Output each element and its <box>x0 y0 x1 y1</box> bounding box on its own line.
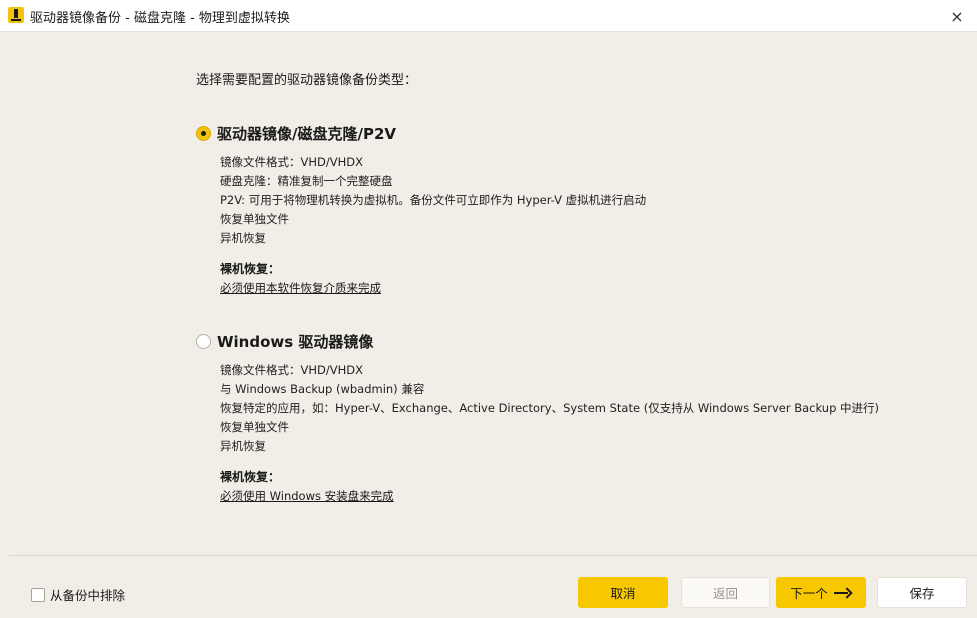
bare-metal-recovery-heading: 裸机恢复： <box>220 262 281 276</box>
feature-item: P2V: 可用于将物理机转换为虚拟机。备份文件可立即作为 Hyper-V 虚拟机… <box>220 193 647 207</box>
feature-list: 镜像文件格式：VHD/VHDX 与 Windows Backup (wbadmi… <box>220 361 879 456</box>
dialog-window: 驱动器镜像备份 - 磁盘克隆 - 物理到虚拟转换 × 选择需要配置的驱动器镜像备… <box>0 0 977 618</box>
feature-item: 异机恢复 <box>220 231 266 245</box>
title-bar: 驱动器镜像备份 - 磁盘克隆 - 物理到虚拟转换 × <box>0 0 977 32</box>
footer-bar: 从备份中排除 取消 返回 下一个 保存 <box>0 565 977 618</box>
window-title: 驱动器镜像备份 - 磁盘克隆 - 物理到虚拟转换 <box>30 11 290 26</box>
content-panel: 选择需要配置的驱动器镜像备份类型： 驱动器镜像/磁盘克隆/P2V 镜像文件格式：… <box>9 32 977 556</box>
radio-drive-image-clone-p2v[interactable] <box>196 126 211 141</box>
radio-windows-drive-image[interactable] <box>196 334 211 349</box>
feature-item: 恢复单独文件 <box>220 212 289 226</box>
exclude-label: 从备份中排除 <box>50 588 126 603</box>
option-title: Windows 驱动器镜像 <box>217 333 374 351</box>
feature-item: 与 Windows Backup (wbadmin) 兼容 <box>220 382 425 396</box>
option-2-radio-row[interactable]: Windows 驱动器镜像 <box>196 331 879 352</box>
save-button[interactable]: 保存 <box>877 577 967 608</box>
option-1-radio-row[interactable]: 驱动器镜像/磁盘克隆/P2V <box>196 123 646 144</box>
close-icon[interactable]: × <box>945 4 969 28</box>
back-button-label: 返回 <box>712 586 738 601</box>
page-prompt: 选择需要配置的驱动器镜像备份类型： <box>196 73 418 88</box>
bare-metal-recovery-link[interactable]: 必须使用本软件恢复介质来完成 <box>220 279 646 298</box>
save-button-label: 保存 <box>909 586 935 601</box>
feature-item: 恢复单独文件 <box>220 420 289 434</box>
bare-metal-recovery-link[interactable]: 必须使用 Windows 安装盘来完成 <box>220 487 879 506</box>
option-drive-image-clone-p2v: 驱动器镜像/磁盘克隆/P2V 镜像文件格式：VHD/VHDX 硬盘克隆：精准复制… <box>196 123 646 298</box>
exclude-from-backup-option[interactable]: 从备份中排除 <box>31 585 125 604</box>
cancel-button[interactable]: 取消 <box>578 577 668 608</box>
option-windows-drive-image: Windows 驱动器镜像 镜像文件格式：VHD/VHDX 与 Windows … <box>196 331 879 506</box>
next-button[interactable]: 下一个 <box>776 577 866 608</box>
feature-item: 镜像文件格式：VHD/VHDX <box>220 363 363 377</box>
arrow-right-icon <box>833 587 852 599</box>
bare-metal-recovery-heading: 裸机恢复： <box>220 470 281 484</box>
feature-item: 镜像文件格式：VHD/VHDX <box>220 155 363 169</box>
exclude-checkbox[interactable] <box>31 587 45 602</box>
next-button-label: 下一个 <box>790 586 828 601</box>
feature-item: 恢复特定的应用，如：Hyper-V、Exchange、Active Direct… <box>220 401 880 415</box>
option-title: 驱动器镜像/磁盘克隆/P2V <box>217 125 396 143</box>
back-button[interactable]: 返回 <box>681 577 770 608</box>
feature-item: 异机恢复 <box>220 439 266 453</box>
feature-item: 硬盘克隆：精准复制一个完整硬盘 <box>220 174 393 188</box>
feature-list: 镜像文件格式：VHD/VHDX 硬盘克隆：精准复制一个完整硬盘 P2V: 可用于… <box>220 153 646 248</box>
app-logo-icon <box>8 7 24 23</box>
cancel-button-label: 取消 <box>610 586 636 601</box>
